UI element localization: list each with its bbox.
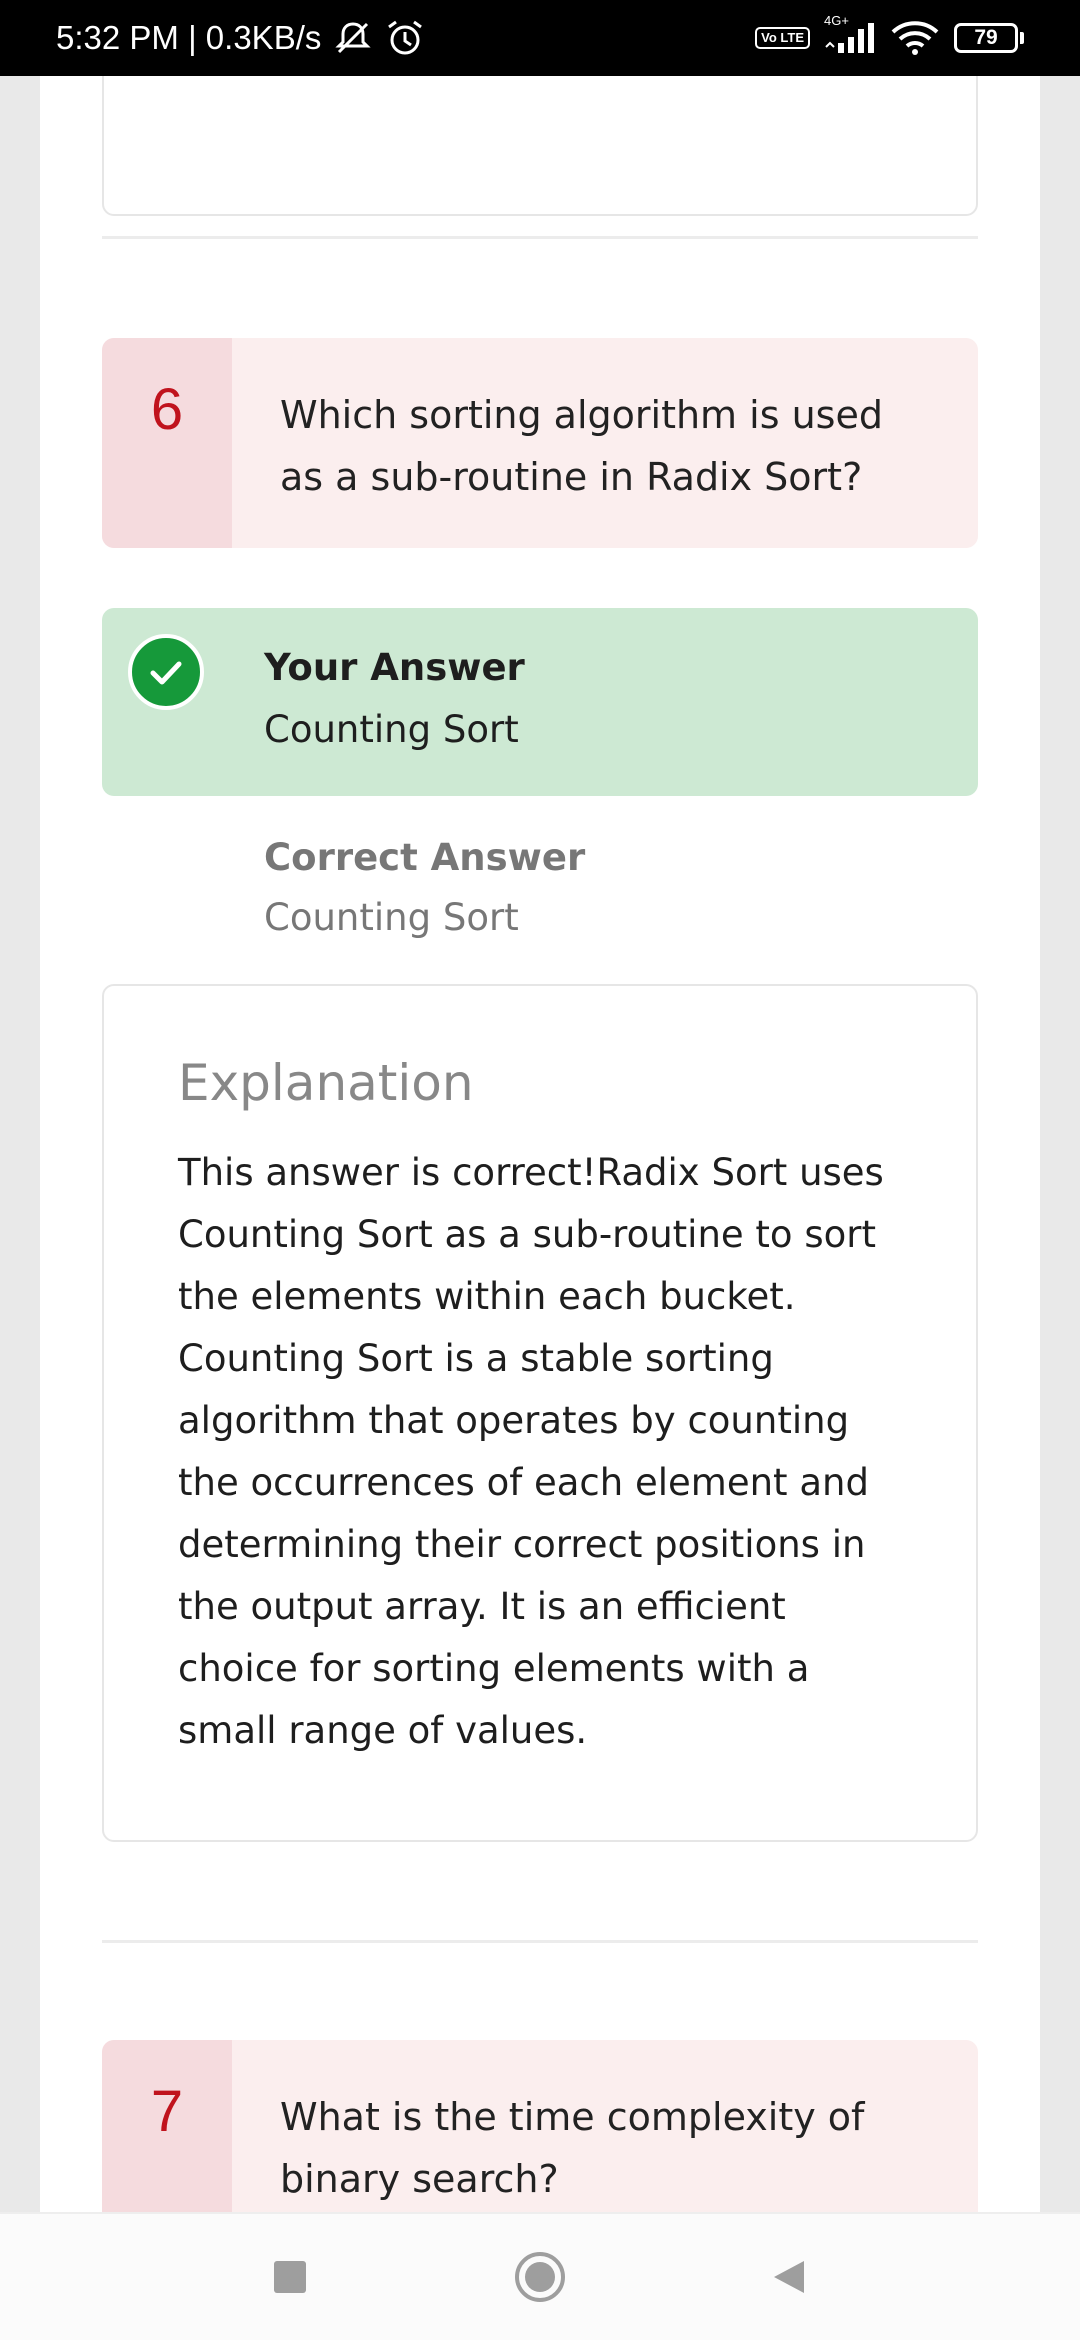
previous-explanation-card <box>102 76 978 216</box>
question-divider <box>102 1940 978 1943</box>
status-right: Vo LTE 4G+ 79 <box>755 13 1024 56</box>
network-type: 4G+ <box>824 13 849 28</box>
home-circle-icon <box>515 2252 565 2302</box>
question-number: 7 <box>102 2040 232 2212</box>
question-text: What is the time complexity of binary se… <box>280 2095 865 2201</box>
explanation-card: Explanation This answer is correct!Radix… <box>102 984 978 1842</box>
your-answer-label: Your Answer <box>264 646 525 689</box>
wifi-icon <box>890 20 940 56</box>
navigation-bar <box>0 2212 1080 2340</box>
status-time-speed: 5:32 PM | 0.3KB/s <box>56 19 322 56</box>
battery-icon: 79 <box>954 23 1024 53</box>
quiz-results-sheet[interactable]: 6 Which sorting algorithm is used as a s… <box>40 76 1040 2212</box>
explanation-body: This answer is correct!Radix Sort uses C… <box>178 1151 884 1752</box>
question-number: 6 <box>102 338 232 548</box>
status-left: 5:32 PM | 0.3KB/s <box>56 19 425 57</box>
volte-icon: Vo LTE <box>755 27 810 49</box>
signal-icon: 4G+ <box>824 13 876 55</box>
check-icon <box>128 634 204 710</box>
correct-answer-label: Correct Answer <box>264 836 586 879</box>
back-button[interactable] <box>760 2247 820 2307</box>
question-text: Which sorting algorithm is used as a sub… <box>280 393 883 499</box>
explanation-title: Explanation <box>178 1054 474 1112</box>
status-bar: 5:32 PM | 0.3KB/s Vo LTE 4G+ 79 <box>0 0 1080 76</box>
back-triangle-icon <box>774 2261 804 2293</box>
question-divider <box>102 236 978 239</box>
recent-apps-button[interactable] <box>260 2247 320 2307</box>
correct-answer-value: Counting Sort <box>264 896 519 939</box>
question-card-6: 6 Which sorting algorithm is used as a s… <box>102 338 978 548</box>
question-card-7: 7 What is the time complexity of binary … <box>102 2040 978 2212</box>
mute-icon <box>333 20 373 56</box>
home-button[interactable] <box>510 2247 570 2307</box>
battery-level: 79 <box>954 23 1018 53</box>
square-icon <box>274 2261 306 2293</box>
your-answer-value: Counting Sort <box>264 708 519 751</box>
your-answer-card: Your Answer Counting Sort <box>102 608 978 796</box>
alarm-icon <box>385 19 425 57</box>
